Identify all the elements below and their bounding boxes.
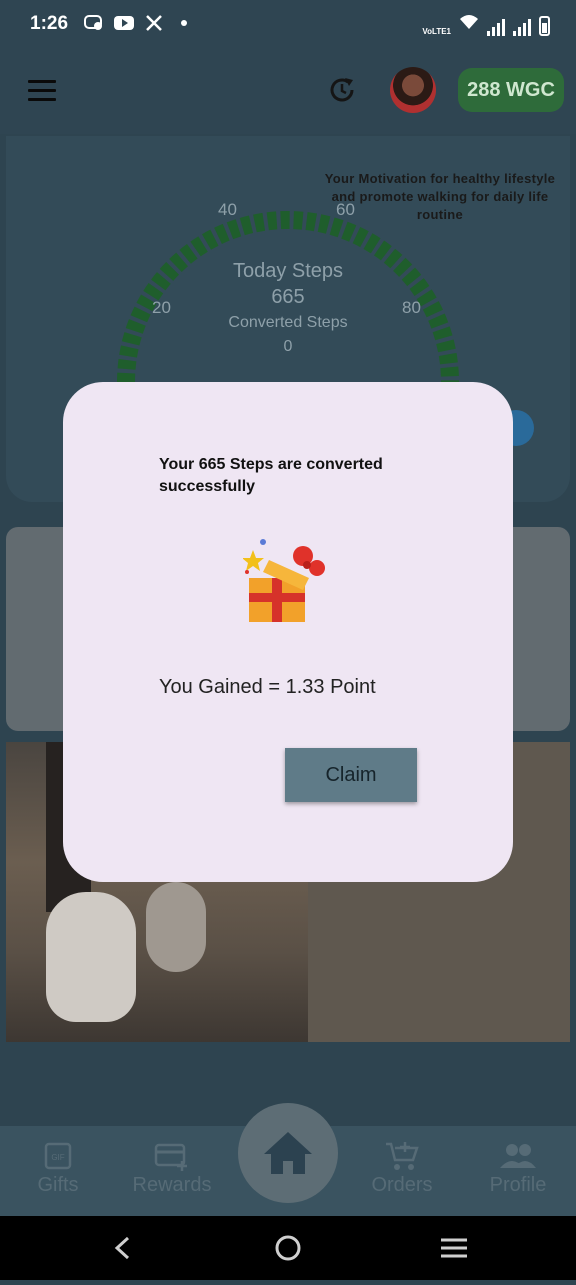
home-circle-icon[interactable]	[275, 1235, 301, 1261]
gained-points: You Gained = 1.33 Point	[159, 676, 376, 698]
conversion-dialog: Your 665 Steps are converted successfull…	[63, 382, 513, 882]
recents-icon[interactable]	[441, 1238, 467, 1258]
system-navigation-bar	[0, 1216, 576, 1280]
dialog-message: Your 665 Steps are converted successfull…	[159, 456, 383, 495]
gift-icon	[242, 538, 333, 628]
claim-button[interactable]: Claim	[285, 748, 417, 802]
back-icon[interactable]	[114, 1236, 130, 1260]
